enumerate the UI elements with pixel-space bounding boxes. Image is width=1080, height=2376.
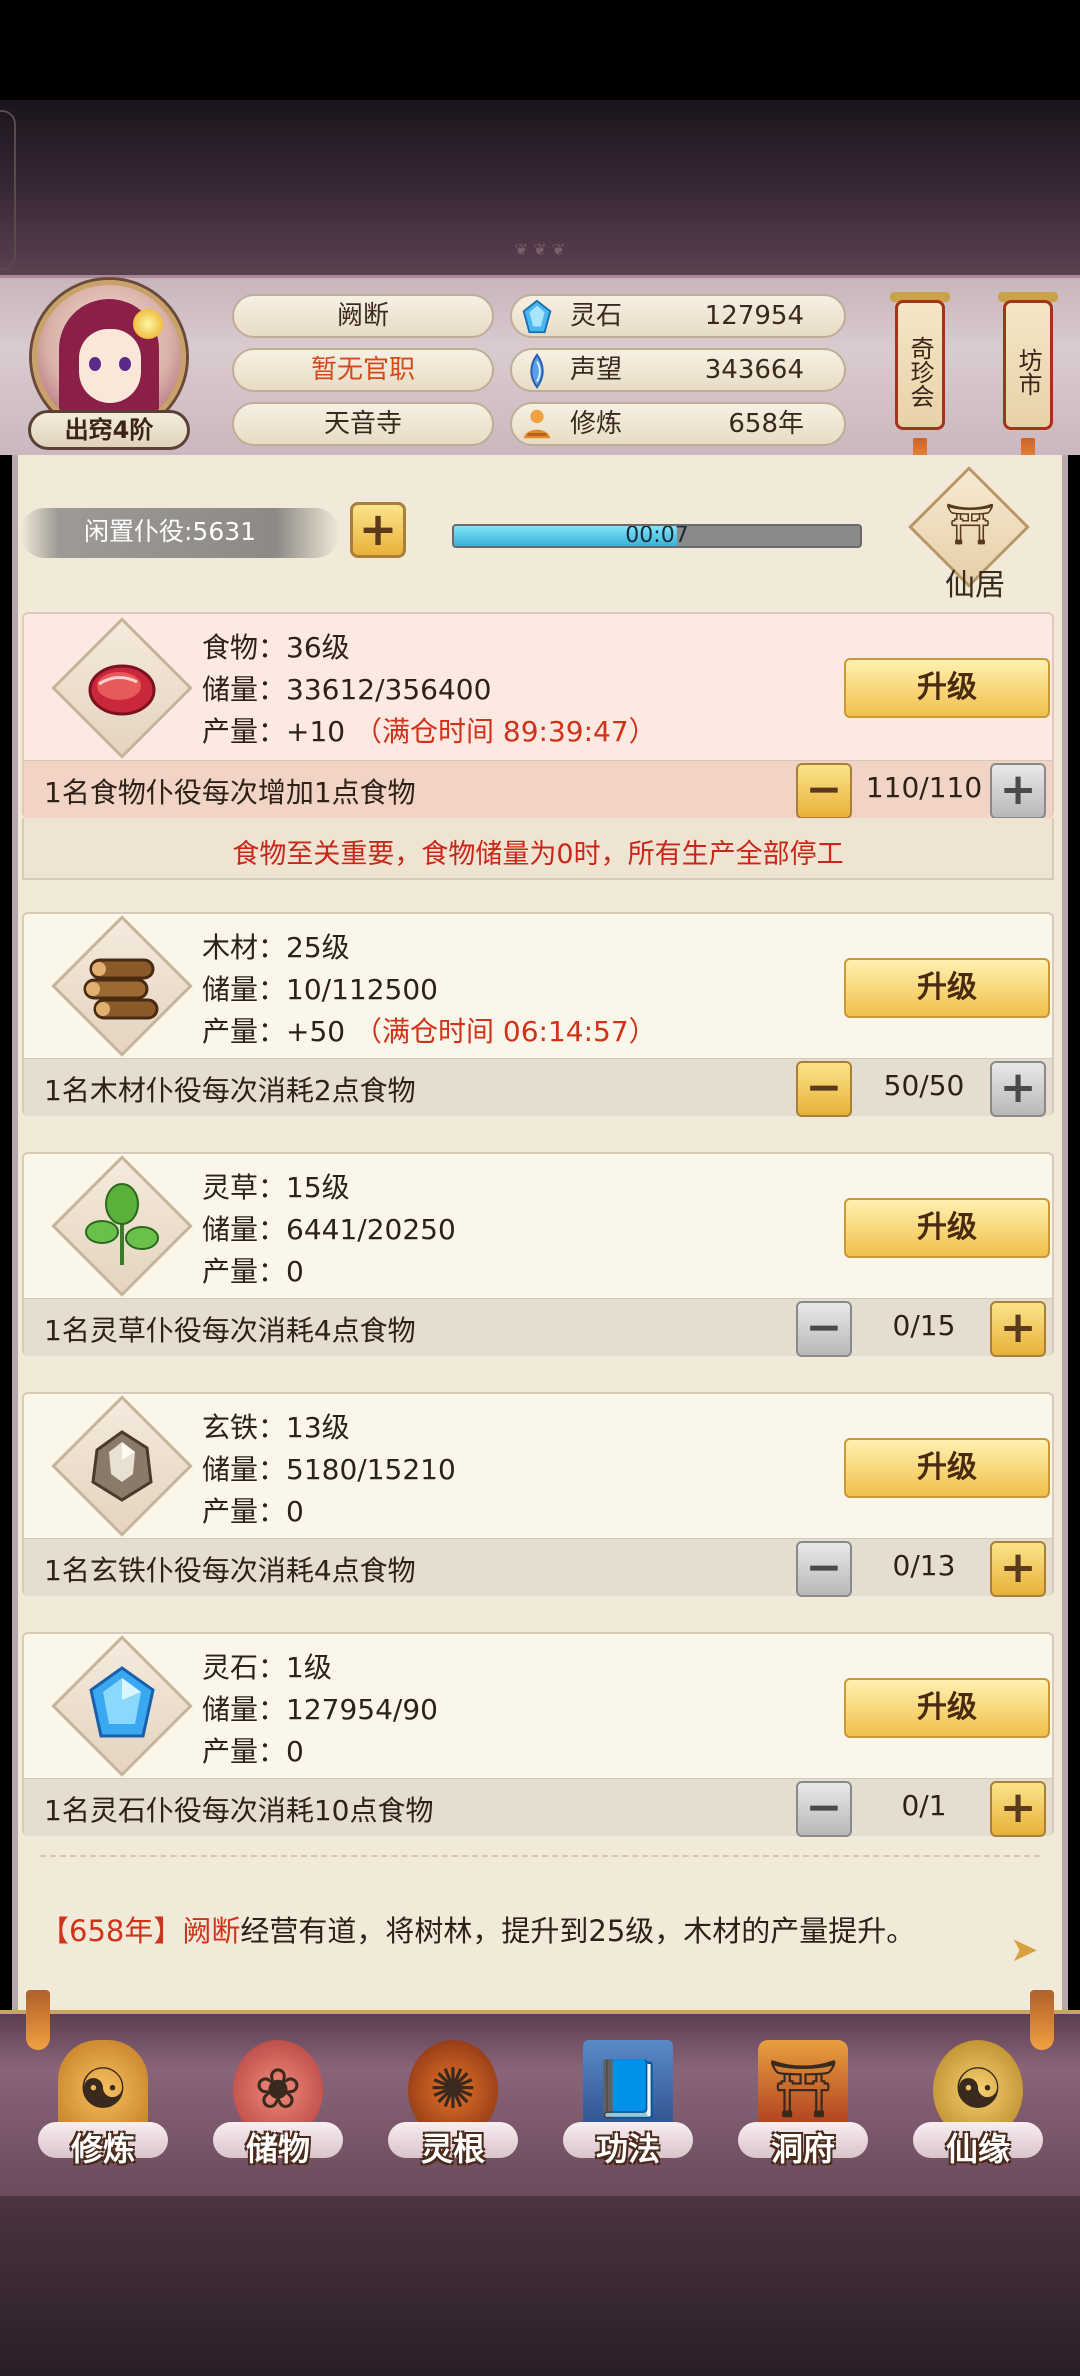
stat-cultivation: 修炼 658年 xyxy=(510,402,846,446)
bottom-scene-backdrop xyxy=(0,2196,1080,2376)
herb-servant-plus-button[interactable]: + xyxy=(990,1301,1046,1357)
nav-spirit-root[interactable]: ✺ 灵根 xyxy=(388,2040,518,2190)
stat-reputation: 声望 343664 xyxy=(510,348,846,392)
iron-servant-minus-button[interactable]: − xyxy=(796,1541,852,1597)
wood-logs-icon xyxy=(83,958,159,1020)
upgrade-spirit-stone-button[interactable]: 升级 xyxy=(844,1678,1050,1738)
idle-servants-count: 闲置仆役:5631 xyxy=(84,517,257,546)
status-area xyxy=(0,0,1080,100)
pavilion-icon: ⛩ xyxy=(944,502,996,548)
sect-name: 天音寺 xyxy=(232,402,494,446)
herb-servant-minus-button[interactable]: − xyxy=(796,1301,852,1357)
iron-servant-plus-button[interactable]: + xyxy=(990,1541,1046,1597)
food-warning: 食物至关重要，食物储量为0时，所有生产全部停工 xyxy=(22,818,1054,880)
spirit-stone-servant-minus-button[interactable]: − xyxy=(796,1781,852,1837)
food-servant-description: 1名食物仆役每次增加1点食物 xyxy=(44,776,416,809)
event-log: 【658年】阙断经营有道，将树林，提升到25级，木材的产量提升。 xyxy=(40,1914,916,1948)
resource-card-food: 食物：36级 储量：33612/356400 产量：+10 （满仓时间 89:3… xyxy=(22,612,1054,819)
hair-flower-icon xyxy=(133,309,163,339)
stat-spirit-stone: 灵石 127954 xyxy=(510,294,846,338)
divider xyxy=(40,1855,1040,1859)
nav-cultivate[interactable]: ☯ 修炼 xyxy=(38,2040,168,2190)
resource-card-iron: 玄铁：13级 储量：5180/15210 产量：0 升级 1名玄铁仆役每次消耗4… xyxy=(22,1392,1054,1597)
spirit-stone-servant-count: 0/1 xyxy=(901,1789,947,1822)
iron-ore-icon xyxy=(91,1430,153,1502)
upgrade-wood-button[interactable]: 升级 xyxy=(844,958,1050,1018)
spirit-stone-servant-plus-button[interactable]: + xyxy=(990,1781,1046,1837)
upgrade-iron-button[interactable]: 升级 xyxy=(844,1438,1050,1498)
herb-icon xyxy=(85,1183,159,1265)
nav-technique[interactable]: 📘 功法 xyxy=(563,2040,693,2190)
food-servant-count: 110/110 xyxy=(865,771,983,804)
nav-storage[interactable]: ❀ 储物 xyxy=(213,2040,343,2190)
reputation-icon xyxy=(530,353,544,389)
nav-immortal-fate[interactable]: ☯ 仙缘 xyxy=(913,2040,1043,2190)
food-servant-minus-button[interactable]: − xyxy=(796,763,852,819)
avatar[interactable]: 出窍4阶 xyxy=(28,280,190,450)
spirit-crystal-icon xyxy=(89,1666,155,1738)
frame-ornament xyxy=(0,110,16,270)
herb-servant-description: 1名灵草仆役每次消耗4点食物 xyxy=(44,1314,416,1347)
log-next-arrow-icon[interactable]: ➤ xyxy=(1010,1930,1046,1970)
meat-icon xyxy=(88,664,156,716)
iron-servant-description: 1名玄铁仆役每次消耗4点食物 xyxy=(44,1554,416,1587)
wood-servant-plus-button[interactable]: + xyxy=(990,1061,1046,1117)
upgrade-food-button[interactable]: 升级 xyxy=(844,658,1050,718)
wood-servant-description: 1名木材仆役每次消耗2点食物 xyxy=(44,1074,416,1107)
official-title: 暂无官职 xyxy=(232,348,494,392)
servant-progress-bar: 00:07 xyxy=(452,524,862,548)
spirit-stone-icon xyxy=(522,299,552,334)
servant-timer: 00:07 xyxy=(625,524,689,548)
spirit-stone-servant-description: 1名灵石仆役每次消耗10点食物 xyxy=(44,1794,434,1827)
market-button[interactable]: 坊市 xyxy=(1003,300,1053,430)
residence-label[interactable]: 仙居 xyxy=(900,560,1050,604)
wood-servant-minus-button[interactable]: − xyxy=(796,1061,852,1117)
resource-card-spirit-stone: 灵石：1级 储量：127954/90 产量：0 升级 1名灵石仆役每次消耗10点… xyxy=(22,1632,1054,1837)
add-servant-button[interactable]: + xyxy=(350,502,406,558)
treasure-auction-button[interactable]: 奇珍会 xyxy=(895,300,945,430)
top-ornament: ❦ ❦ ❦ xyxy=(514,240,566,259)
upgrade-herb-button[interactable]: 升级 xyxy=(844,1198,1050,1258)
herb-servant-count: 0/15 xyxy=(892,1309,956,1342)
cultivation-rank-badge: 出窍4阶 xyxy=(28,410,190,450)
wood-servant-count: 50/50 xyxy=(883,1069,965,1102)
resource-card-wood: 木材：25级 储量：10/112500 产量：+50 （满仓时间 06:14:5… xyxy=(22,912,1054,1117)
character-name: 阙断 xyxy=(232,294,494,338)
iron-servant-count: 0/13 xyxy=(892,1549,956,1582)
food-servant-plus-button[interactable]: + xyxy=(990,763,1046,819)
nav-cave-mansion[interactable]: ⛩ 洞府 xyxy=(738,2040,868,2190)
cultivation-icon xyxy=(523,409,551,439)
resource-card-herb: 灵草：15级 储量：6441/20250 产量：0 升级 1名灵草仆役每次消耗4… xyxy=(22,1152,1054,1357)
